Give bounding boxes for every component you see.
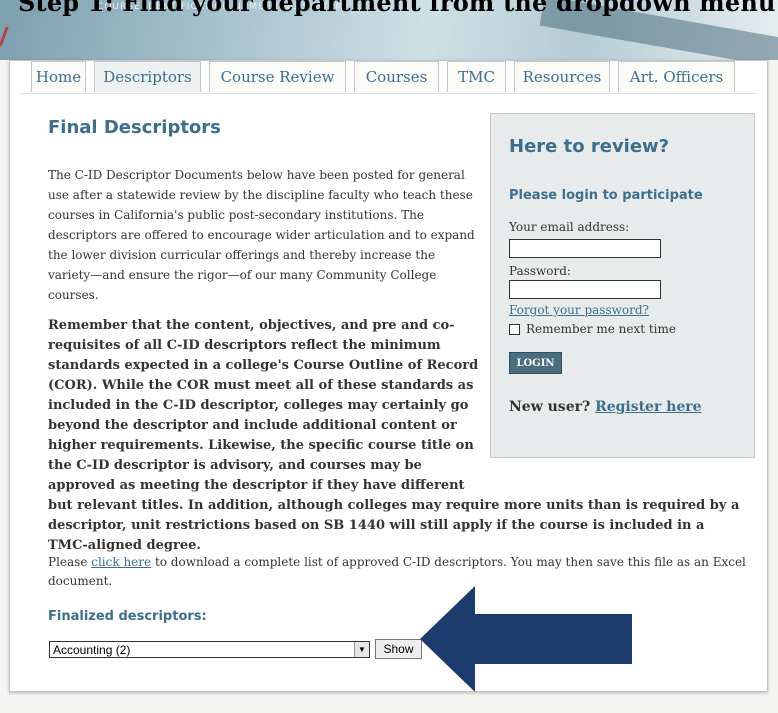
dropdown-value: Accounting (2)	[53, 642, 131, 657]
header-mark	[0, 26, 19, 50]
site-header: COURSE IDENTIFICATION NUMBERING SYSTEM S…	[0, 0, 778, 60]
login-button[interactable]: LOGIN	[509, 352, 562, 374]
download-link[interactable]: click here	[91, 555, 151, 569]
remember-me[interactable]: Remember me next time	[509, 322, 676, 336]
login-title: Here to review?	[509, 136, 670, 157]
overlay-caption: Step 1: Find your department from the dr…	[18, 0, 776, 17]
pointer-arrow-icon	[420, 586, 632, 692]
remember-checkbox[interactable]	[509, 323, 520, 335]
tab-course-review[interactable]: Course Review	[209, 61, 346, 92]
show-button[interactable]: Show	[375, 639, 422, 659]
new-user-text: New user? Register here	[509, 399, 702, 415]
email-field[interactable]	[509, 239, 661, 258]
download-text: Please click here to download a complete…	[48, 553, 748, 591]
arrow-shape	[420, 586, 632, 692]
tab-divider	[21, 93, 756, 94]
download-prefix: Please	[48, 555, 92, 569]
forgot-password-link[interactable]: Forgot your password?	[509, 303, 649, 317]
password-label: Password:	[509, 264, 571, 278]
tab-art-officers[interactable]: Art. Officers	[618, 61, 735, 92]
password-field[interactable]	[509, 280, 661, 299]
tab-tmc[interactable]: TMC	[447, 61, 506, 92]
register-link[interactable]: Register here	[595, 399, 702, 415]
email-label: Your email address:	[509, 220, 630, 234]
descriptor-dropdown[interactable]: Accounting (2) ▼	[49, 641, 370, 658]
new-user-prefix: New user?	[509, 399, 596, 415]
tab-resources[interactable]: Resources	[514, 61, 610, 92]
page-container: Home Descriptors Course Review Courses T…	[9, 60, 768, 692]
login-panel: Here to review? Please login to particip…	[490, 113, 755, 458]
dropdown-arrow-icon[interactable]: ▼	[354, 642, 369, 657]
tab-home[interactable]: Home	[31, 61, 86, 92]
tab-courses[interactable]: Courses	[354, 61, 439, 92]
finalized-label: Finalized descriptors:	[48, 609, 207, 624]
download-suffix: to download a complete list of approved …	[48, 555, 746, 588]
tab-descriptors[interactable]: Descriptors	[94, 61, 201, 92]
remember-label: Remember me next time	[526, 322, 676, 336]
page-title: Final Descriptors	[48, 117, 221, 138]
login-subtitle: Please login to participate	[509, 188, 703, 203]
intro-paragraph: The C-ID Descriptor Documents below have…	[48, 168, 475, 302]
